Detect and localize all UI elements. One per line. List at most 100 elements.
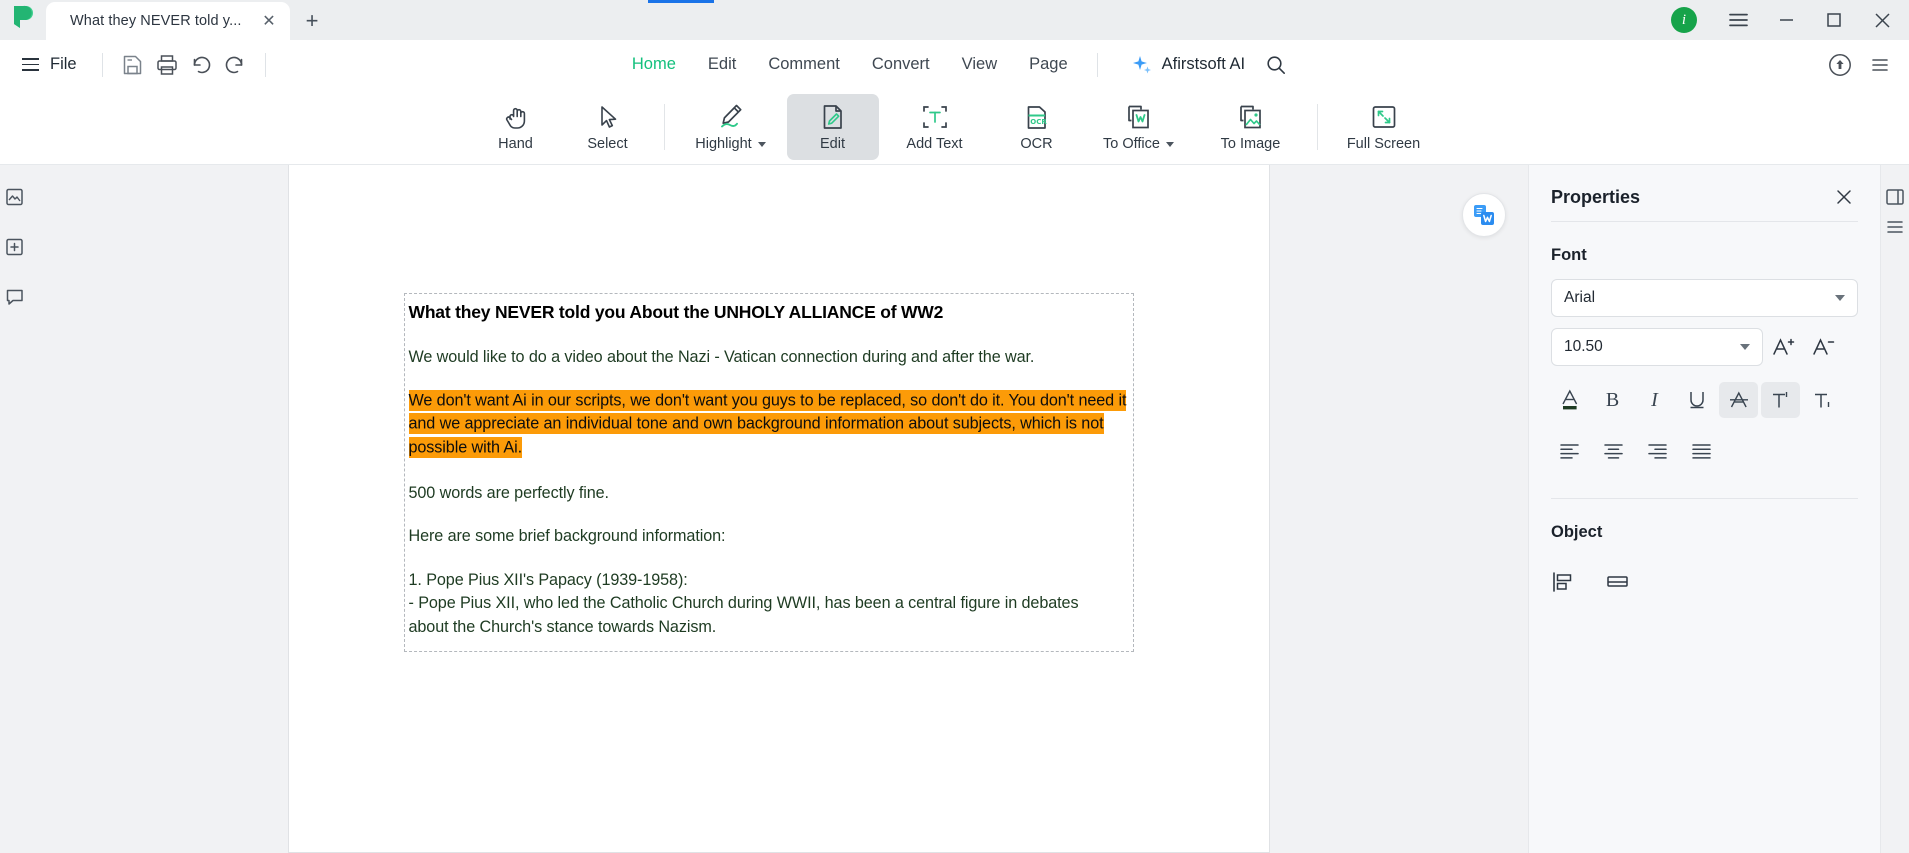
tool-hand-label: Hand [498,136,533,152]
tool-to-office-label: To Office [1103,136,1160,152]
tab-home[interactable]: Home [616,49,692,80]
highlighted-text: We don't want Ai in our scripts, we don'… [408,389,1127,458]
tool-to-image-label: To Image [1220,136,1281,152]
print-icon[interactable] [150,48,184,82]
tool-add-text[interactable]: Add Text [879,94,991,160]
underline-button[interactable] [1677,382,1716,418]
comments-icon[interactable] [3,285,27,309]
tab-view[interactable]: View [946,49,1013,80]
full-screen-icon [1370,101,1398,131]
font-size-value: 10.50 [1564,338,1603,355]
browser-tab-bar: What they NEVER told y... ✕ + i [0,0,1909,40]
info-badge[interactable]: i [1671,7,1697,33]
tab-comment[interactable]: Comment [752,49,856,80]
font-section-title: Font [1551,246,1587,264]
thumbnails-icon[interactable] [3,185,27,209]
document-tab[interactable]: What they NEVER told y... ✕ [46,2,290,40]
tool-ocr[interactable]: OCR OCR [991,94,1083,160]
tool-full-screen-label: Full Screen [1346,136,1421,152]
font-family-select[interactable]: Arial [1551,279,1858,317]
text-format-buttons: B I [1551,382,1858,418]
object-buttons [1551,570,1858,594]
document-paragraph: 500 words are perfectly fine. [408,483,610,502]
more-options-icon[interactable] [1863,48,1897,82]
subscript-button[interactable] [1803,382,1842,418]
font-size-row: 10.50 [1551,328,1858,366]
chevron-down-icon [1835,295,1845,301]
tool-highlight-label: Highlight [695,136,752,152]
file-menu-button[interactable]: File [12,50,89,79]
tool-hand[interactable]: Hand [470,94,562,160]
undo-icon[interactable] [184,48,218,82]
document-tab-label: What they NEVER told y... [70,13,242,29]
add-page-icon[interactable] [3,235,27,259]
divider [663,103,665,150]
workspace: What they NEVER told you About the UNHOL… [0,165,1909,853]
redo-icon[interactable] [218,48,252,82]
menu-bar: File Home Edit Comment Convert View Page… [0,40,1909,89]
app-logo [0,0,46,40]
to-office-word-icon [1125,101,1153,131]
tab-page[interactable]: Page [1013,49,1084,80]
font-size-select[interactable]: 10.50 [1551,328,1763,366]
document-list-line: - Pope Pius XII, who led the Catholic Ch… [408,594,1079,613]
document-viewer[interactable]: What they NEVER told you About the UNHOL… [29,165,1528,853]
save-icon[interactable] [116,48,150,82]
bold-button[interactable]: B [1593,382,1632,418]
distribute-objects-icon [1607,576,1628,587]
tab-edit[interactable]: Edit [692,49,752,80]
close-window-button[interactable] [1859,0,1905,40]
align-right-button[interactable] [1639,434,1677,468]
main-menu-icon[interactable] [1715,0,1761,40]
tool-edit[interactable]: Edit [786,93,879,160]
document-paragraph: We would like to do a video about the Na… [408,347,1035,366]
maximize-button[interactable] [1811,0,1857,40]
more-icon[interactable] [1883,215,1907,239]
document-paragraph: Here are some brief background informati… [408,527,726,546]
align-left-button[interactable] [1551,434,1589,468]
minimize-button[interactable] [1763,0,1809,40]
divider [264,52,266,77]
svg-text:OCR: OCR [1030,118,1047,126]
tool-highlight[interactable]: Highlight [675,94,787,160]
left-sidebar [0,165,29,853]
word-convert-icon[interactable] [1462,193,1506,237]
increase-font-size-icon[interactable] [1763,328,1803,366]
align-objects-icon [1553,572,1572,592]
tool-full-screen[interactable]: Full Screen [1328,94,1440,160]
panel-toggle-icon[interactable] [1883,185,1907,209]
italic-button[interactable]: I [1635,382,1674,418]
cloud-upload-icon[interactable] [1823,48,1857,82]
tool-select[interactable]: Select [562,94,654,160]
font-color-button[interactable] [1551,382,1590,418]
document-paragraph-highlighted: We don't want Ai in our scripts, we don'… [408,389,1133,459]
divider [1551,498,1858,499]
properties-panel: Properties Font Arial 10.50 B I Object [1528,165,1880,853]
text-align-buttons [1551,434,1858,468]
hand-icon [502,101,530,131]
close-tab-icon[interactable]: ✕ [258,10,280,32]
align-objects-button[interactable] [1551,570,1583,594]
to-image-icon [1237,101,1265,131]
tool-to-office[interactable]: To Office [1083,94,1195,160]
afirstsoft-ai-label: Afirstsoft AI [1161,55,1246,73]
close-icon[interactable] [1830,183,1858,211]
strikethrough-button[interactable] [1719,382,1758,418]
new-tab-button[interactable]: + [290,2,334,40]
window-controls: i [1671,0,1909,40]
menu-right-actions [1823,48,1897,82]
chevron-down-icon[interactable] [757,141,766,147]
tool-select-label: Select [587,136,628,152]
superscript-button[interactable] [1761,382,1800,418]
tool-to-image[interactable]: To Image [1195,94,1307,160]
chevron-down-icon[interactable] [1165,141,1174,147]
afirstsoft-ai-button[interactable]: Afirstsoft AI [1121,50,1255,80]
decrease-font-size-icon[interactable] [1803,328,1843,366]
search-icon[interactable] [1259,48,1293,82]
align-center-button[interactable] [1595,434,1633,468]
align-justify-button[interactable] [1683,434,1721,468]
editable-text-box[interactable]: What they NEVER told you About the UNHOL… [403,293,1134,653]
tab-convert[interactable]: Convert [856,49,946,80]
distribute-objects-button[interactable] [1605,570,1637,594]
right-sidebar [1880,165,1909,853]
